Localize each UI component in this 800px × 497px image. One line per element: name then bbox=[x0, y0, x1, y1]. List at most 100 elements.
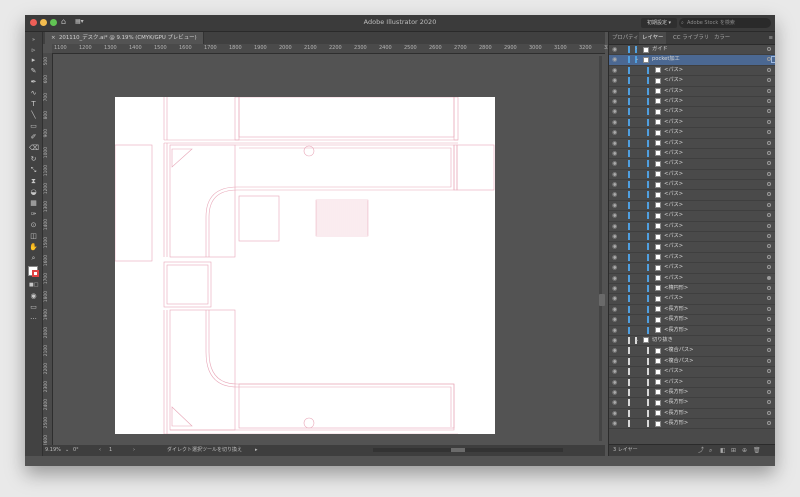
sublayer-row[interactable]: ◉ <長方形> bbox=[609, 315, 775, 326]
target-icon[interactable] bbox=[767, 275, 771, 280]
layer-label[interactable]: <長方形> bbox=[664, 326, 688, 335]
target-icon[interactable] bbox=[767, 140, 771, 145]
layer-label[interactable]: <複合パス> bbox=[664, 357, 693, 366]
expand-arrow-icon[interactable]: › bbox=[635, 46, 637, 53]
next-artboard-icon[interactable]: › bbox=[133, 445, 135, 456]
sublayer-row[interactable]: ◉ <複合パス> bbox=[609, 346, 775, 357]
target-icon[interactable] bbox=[767, 161, 771, 166]
visibility-eye-icon[interactable]: ◉ bbox=[612, 98, 617, 105]
layer-label[interactable]: <パス> bbox=[664, 128, 683, 137]
sublayer-row[interactable]: ◉ <パス> bbox=[609, 222, 775, 233]
target-icon[interactable] bbox=[767, 78, 771, 83]
sublayer-row[interactable]: ◉ <パス> bbox=[609, 253, 775, 264]
horizontal-ruler[interactable]: 1100 1200 1300 1400 1500 1600 1700 1800 1900 2000… bbox=[52, 44, 617, 54]
perspective-grid-tool-icon[interactable]: ▦ bbox=[29, 199, 38, 207]
visibility-eye-icon[interactable]: ◉ bbox=[612, 327, 617, 334]
target-icon[interactable] bbox=[767, 358, 771, 363]
artboard-tool-icon[interactable]: ◫ bbox=[29, 232, 38, 240]
tab-layers[interactable]: レイヤー bbox=[639, 32, 667, 44]
sublayer-row[interactable]: ◉ <パス> bbox=[609, 367, 775, 378]
target-icon[interactable] bbox=[767, 379, 771, 384]
sublayer-row[interactable]: ◉ <パス> bbox=[609, 107, 775, 118]
draw-mode-icon[interactable]: ◉ bbox=[29, 292, 38, 300]
target-icon[interactable] bbox=[767, 254, 771, 259]
layer-label[interactable]: <パス> bbox=[664, 149, 683, 158]
visibility-eye-icon[interactable]: ◉ bbox=[612, 160, 617, 167]
paintbrush-tool-icon[interactable]: ✐ bbox=[29, 133, 38, 141]
visibility-eye-icon[interactable]: ◉ bbox=[612, 119, 617, 126]
target-icon[interactable] bbox=[767, 67, 771, 72]
layer-label[interactable]: ガイド bbox=[652, 45, 668, 54]
collapse-arrow-icon[interactable]: ⌄ bbox=[635, 56, 639, 63]
layer-label[interactable]: <パス> bbox=[664, 87, 683, 96]
tab-cc-libraries[interactable]: CC ライブラリ bbox=[673, 32, 709, 44]
sublayer-row[interactable]: ◉ <長方形> bbox=[609, 419, 775, 430]
target-icon[interactable] bbox=[767, 202, 771, 207]
sublayer-row[interactable]: ◉ <パス> bbox=[609, 180, 775, 191]
layer-label[interactable]: <長方形> bbox=[664, 388, 688, 397]
scale-tool-icon[interactable]: ⤡ bbox=[29, 166, 38, 174]
layer-row[interactable]: ◉ ⌄ pocket加工 bbox=[609, 55, 775, 66]
sublayer-row[interactable]: ◉ <楕円形> bbox=[609, 284, 775, 295]
status-menu-icon[interactable]: ▸ bbox=[255, 445, 258, 456]
prev-artboard-icon[interactable]: ‹ bbox=[99, 445, 101, 456]
hand-tool-icon[interactable]: ✋ bbox=[29, 243, 38, 251]
artboard[interactable] bbox=[115, 97, 495, 434]
visibility-eye-icon[interactable]: ◉ bbox=[612, 254, 617, 261]
layer-label[interactable]: <パス> bbox=[664, 274, 683, 283]
target-icon[interactable] bbox=[767, 410, 771, 415]
sublayer-row[interactable]: ◉ <パス> bbox=[609, 87, 775, 97]
visibility-eye-icon[interactable]: ◉ bbox=[612, 67, 617, 74]
zoom-tool-icon[interactable]: ⌕ bbox=[29, 254, 38, 262]
layer-label[interactable]: <長方形> bbox=[664, 409, 688, 418]
target-icon[interactable] bbox=[767, 47, 771, 51]
target-icon[interactable] bbox=[767, 327, 771, 332]
adobe-stock-search[interactable]: ⌕ Adobe Stock を検索 bbox=[679, 18, 771, 28]
target-icon[interactable] bbox=[767, 285, 771, 290]
visibility-eye-icon[interactable]: ◉ bbox=[612, 358, 617, 365]
target-icon[interactable] bbox=[767, 265, 771, 270]
target-icon[interactable] bbox=[767, 98, 771, 103]
direct-selection-tool-icon[interactable]: ▸ bbox=[29, 56, 38, 64]
visibility-eye-icon[interactable]: ◉ bbox=[612, 306, 617, 313]
visibility-eye-icon[interactable]: ◉ bbox=[612, 389, 617, 396]
visibility-eye-icon[interactable]: ◉ bbox=[612, 316, 617, 323]
visibility-eye-icon[interactable]: ◉ bbox=[612, 347, 617, 354]
visibility-eye-icon[interactable]: ◉ bbox=[612, 129, 617, 136]
layer-label[interactable]: <長方形> bbox=[664, 305, 688, 314]
target-icon[interactable] bbox=[767, 389, 771, 394]
sublayer-row[interactable]: ◉ <パス> bbox=[609, 211, 775, 222]
target-icon[interactable] bbox=[767, 223, 771, 228]
layer-label[interactable]: <パス> bbox=[664, 253, 683, 262]
curvature-tool-icon[interactable]: ∿ bbox=[29, 89, 38, 97]
sublayer-row[interactable]: ◉ <パス> bbox=[609, 274, 775, 284]
selection-indicator[interactable] bbox=[771, 56, 775, 64]
layer-label[interactable]: <長方形> bbox=[664, 398, 688, 407]
target-icon[interactable] bbox=[767, 130, 771, 135]
layer-label[interactable]: <パス> bbox=[664, 222, 683, 231]
visibility-eye-icon[interactable]: ◉ bbox=[612, 264, 617, 271]
pen-tool-icon[interactable]: ✒ bbox=[29, 78, 38, 86]
color-mode-icon[interactable]: ■□ bbox=[29, 281, 38, 289]
visibility-eye-icon[interactable]: ◉ bbox=[612, 140, 617, 147]
target-icon[interactable] bbox=[767, 88, 771, 93]
rotate-tool-icon[interactable]: ↻ bbox=[29, 155, 38, 163]
visibility-eye-icon[interactable]: ◉ bbox=[612, 233, 617, 240]
line-tool-icon[interactable]: ╲ bbox=[29, 111, 38, 119]
visibility-eye-icon[interactable]: ◉ bbox=[612, 368, 617, 375]
layer-label[interactable]: <パス> bbox=[664, 170, 683, 179]
layer-label[interactable]: <パス> bbox=[664, 118, 683, 127]
stroke-swatch[interactable] bbox=[32, 270, 39, 277]
shape-builder-tool-icon[interactable]: ◒ bbox=[29, 188, 38, 196]
visibility-eye-icon[interactable]: ◉ bbox=[612, 108, 617, 115]
layer-label[interactable]: <パス> bbox=[664, 107, 683, 116]
sublayer-row[interactable]: ◉ <長方形> bbox=[609, 398, 775, 409]
layer-label[interactable]: <パス> bbox=[664, 97, 683, 106]
new-layer-icon[interactable]: ⊕ bbox=[742, 445, 747, 456]
visibility-eye-icon[interactable]: ◉ bbox=[612, 212, 617, 219]
zoom-level[interactable]: 9.19% bbox=[45, 445, 61, 456]
target-icon[interactable] bbox=[767, 317, 771, 322]
sublayer-row[interactable]: ◉ <パス> bbox=[609, 294, 775, 305]
layer-label[interactable]: <パス> bbox=[664, 367, 683, 376]
selection-tool-icon[interactable]: ▹ bbox=[29, 46, 38, 54]
